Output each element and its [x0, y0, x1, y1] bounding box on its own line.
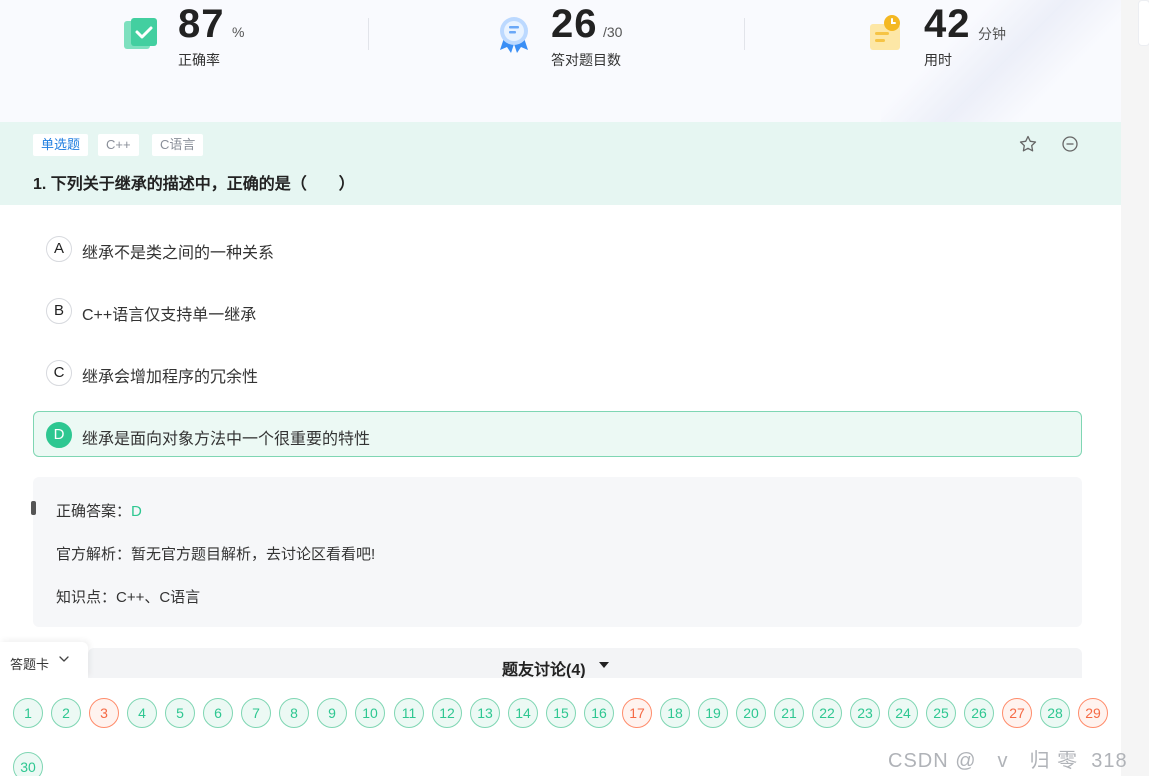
- stat-unit: %: [232, 24, 245, 40]
- award-ribbon-icon: [500, 17, 528, 53]
- option-d-correct[interactable]: D 继承是面向对象方法中一个很重要的特性: [33, 411, 1082, 457]
- stat-unit: /30: [603, 24, 623, 40]
- answer-card-number[interactable]: 7: [241, 698, 271, 728]
- section-marker: [31, 501, 36, 515]
- answer-card-number[interactable]: 12: [432, 698, 462, 728]
- question-type-tag: 单选题: [33, 134, 89, 156]
- stat-value: 26: [551, 2, 598, 46]
- option-b[interactable]: B C++语言仅支持单一继承: [33, 287, 1082, 333]
- option-c[interactable]: C 继承会增加程序的冗余性: [33, 349, 1082, 395]
- official-analysis: 官方解析：暂无官方题目解析，去讨论区看看吧!: [56, 546, 376, 563]
- question-tag[interactable]: C语言: [152, 134, 204, 156]
- answer-card-number[interactable]: 2: [51, 698, 81, 728]
- knowledge-points: 知识点：C++、C语言: [56, 589, 201, 606]
- answer-card-number[interactable]: 30: [13, 752, 43, 776]
- answer-card-toggle[interactable]: 答题卡: [0, 642, 88, 678]
- option-letter: C: [46, 360, 72, 386]
- answer-card-number[interactable]: 29: [1078, 698, 1108, 728]
- answer-card-number[interactable]: 17: [622, 698, 652, 728]
- stat-value: 87: [178, 2, 225, 46]
- answer-card-number[interactable]: 3: [89, 698, 119, 728]
- answer-card-number[interactable]: 19: [698, 698, 728, 728]
- stat-label: 用时: [924, 52, 952, 68]
- answer-card-number[interactable]: 21: [774, 698, 804, 728]
- chevron-down-icon: [59, 656, 69, 662]
- question-tag[interactable]: C++: [98, 134, 139, 156]
- answer-card-number[interactable]: 26: [964, 698, 994, 728]
- option-letter: B: [46, 298, 72, 324]
- option-letter: A: [46, 236, 72, 262]
- divider: [744, 18, 745, 50]
- question-title: 1. 下列关于继承的描述中，正确的是（ ）: [33, 176, 355, 193]
- stat-value: 42: [924, 2, 971, 46]
- discussion-toggle[interactable]: 题友讨论(4): [88, 648, 1082, 679]
- correct-answer-label: 正确答案：: [56, 503, 132, 520]
- discussion-title: 题友讨论(4): [502, 662, 586, 679]
- answer-card-number[interactable]: 22: [812, 698, 842, 728]
- divider: [368, 18, 369, 50]
- stats-header: 87 % 正确率 26 /30 答对题目数 42 分钟 用时: [0, 0, 1121, 122]
- option-text: 继承是面向对象方法中一个很重要的特性: [82, 431, 371, 448]
- stat-accuracy: 87 % 正确率: [120, 0, 360, 70]
- stat-label: 答对题目数: [551, 52, 621, 68]
- answer-card-number[interactable]: 10: [355, 698, 385, 728]
- option-text: C++语言仅支持单一继承: [82, 307, 257, 324]
- answer-card-number[interactable]: 28: [1040, 698, 1070, 728]
- stat-correct-count: 26 /30 答对题目数: [493, 0, 733, 70]
- stat-time: 42 分钟 用时: [866, 0, 1106, 70]
- floating-panel-edge: [1138, 0, 1149, 46]
- answer-card-number[interactable]: 4: [127, 698, 157, 728]
- answer-card-number[interactable]: 24: [888, 698, 918, 728]
- answer-card-number[interactable]: 15: [546, 698, 576, 728]
- option-letter: D: [46, 422, 72, 448]
- minus-circle-icon[interactable]: [1060, 134, 1080, 154]
- answer-card-number[interactable]: 25: [926, 698, 956, 728]
- correct-answer-value: D: [131, 503, 142, 520]
- stat-label: 正确率: [178, 52, 220, 68]
- correct-answer: 正确答案：D: [56, 500, 142, 521]
- watermark: CSDN @ v 归 零 318: [888, 750, 1128, 772]
- answer-card-number[interactable]: 27: [1002, 698, 1032, 728]
- answer-card-number[interactable]: 1: [13, 698, 43, 728]
- answer-card-number[interactable]: 13: [470, 698, 500, 728]
- answer-card-number[interactable]: 18: [660, 698, 690, 728]
- answer-card-number[interactable]: 14: [508, 698, 538, 728]
- answer-card-number[interactable]: 5: [165, 698, 195, 728]
- answer-analysis: 正确答案：D 官方解析：暂无官方题目解析，去讨论区看看吧! 知识点：C++、C语…: [31, 477, 1082, 627]
- question-header: 单选题 C++ C语言 1. 下列关于继承的描述中，正确的是（ ）: [0, 122, 1121, 205]
- checkbook-icon: [124, 18, 157, 49]
- answer-card-number[interactable]: 20: [736, 698, 766, 728]
- option-a[interactable]: A 继承不是类之间的一种关系: [33, 225, 1082, 271]
- option-text: 继承会增加程序的冗余性: [82, 369, 259, 386]
- answer-card-number[interactable]: 16: [584, 698, 614, 728]
- page-scrollbar[interactable]: [1121, 0, 1149, 776]
- caret-down-icon: [599, 662, 609, 668]
- answer-card-number[interactable]: 6: [203, 698, 233, 728]
- option-text: 继承不是类之间的一种关系: [82, 245, 275, 262]
- answer-card-label: 答题卡: [10, 657, 50, 672]
- clock-note-icon: [870, 15, 900, 50]
- stat-unit: 分钟: [978, 26, 1006, 42]
- answer-card-number[interactable]: 8: [279, 698, 309, 728]
- answer-card-number[interactable]: 9: [317, 698, 347, 728]
- answer-card-number[interactable]: 11: [394, 698, 424, 728]
- star-icon[interactable]: [1018, 134, 1038, 154]
- answer-card-number[interactable]: 23: [850, 698, 880, 728]
